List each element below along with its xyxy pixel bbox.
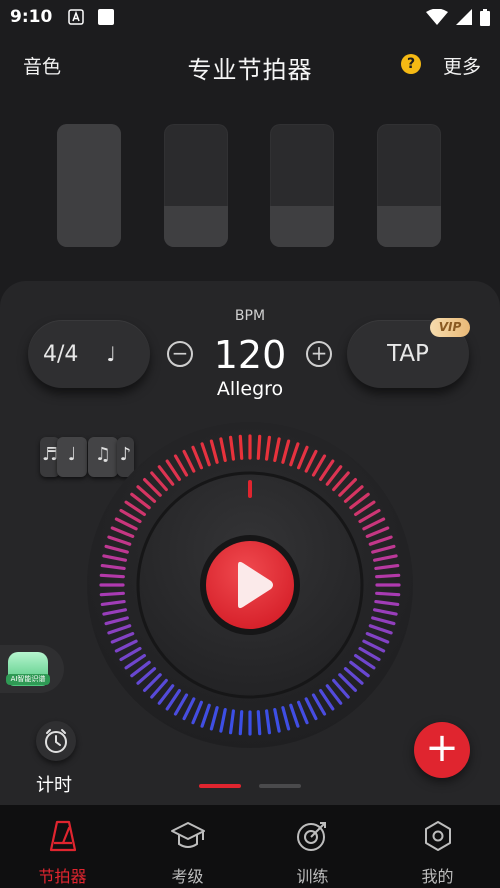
notification-square-icon (98, 9, 115, 25)
beat-accent-level (377, 206, 441, 247)
top-bar: 音色 专业节拍器 ? 更多 (0, 44, 500, 88)
page-title: 专业节拍器 (187, 56, 313, 84)
timer-label: 计时 (36, 775, 72, 796)
wifi-icon (426, 9, 448, 25)
beat-accent-1[interactable] (57, 124, 121, 247)
tab-label: 节拍器 (38, 867, 87, 886)
dial-tick (238, 434, 244, 460)
metronome-dial (87, 422, 413, 748)
hexagon-profile-icon (424, 821, 451, 851)
beat-accent-level (270, 206, 334, 247)
status-bar: 9:10 (0, 0, 500, 34)
beat-accent-2[interactable] (164, 124, 228, 247)
beat-accent-level (164, 206, 228, 247)
alarm-clock-icon (45, 729, 67, 753)
ai-badge-label: AI智能识谱 (6, 674, 50, 685)
dial-tick (375, 573, 401, 579)
tab-training[interactable]: 训练 (250, 805, 375, 888)
dial-indicator (248, 480, 252, 498)
dial-tick (256, 434, 262, 460)
tap-label: TAP (387, 341, 429, 367)
tab-metronome[interactable]: 节拍器 (0, 805, 125, 888)
cellular-signal-icon (456, 9, 472, 25)
graduation-cap-icon (170, 822, 205, 848)
add-button[interactable]: + (414, 722, 470, 778)
page-indicator-1[interactable] (199, 784, 241, 788)
beat-accent-level (57, 124, 121, 247)
dial-tick (238, 710, 244, 736)
font-a-icon (68, 9, 85, 25)
beat-accent-3[interactable] (270, 124, 334, 247)
metronome-icon (49, 820, 76, 852)
help-icon[interactable]: ? (401, 54, 421, 74)
dial-tick (256, 710, 262, 736)
tab-grading-exam[interactable]: 考级 (125, 805, 250, 888)
target-icon (296, 822, 326, 851)
status-time: 9:10 (10, 7, 53, 27)
tab-label: 我的 (421, 867, 454, 886)
tab-profile[interactable]: 我的 (375, 805, 500, 888)
bottom-tab-bar: 节拍器 考级 训练 我的 (0, 805, 500, 888)
battery-icon (480, 8, 490, 26)
rhythm-pattern-2[interactable]: ♩ (57, 437, 87, 477)
dial-tick (99, 591, 125, 597)
tab-label: 训练 (296, 867, 329, 886)
tab-label: 考级 (171, 867, 204, 886)
beat-accent-4[interactable] (377, 124, 441, 247)
increase-bpm-button[interactable]: + (306, 341, 332, 367)
page-indicator-2[interactable] (259, 784, 301, 788)
dial-tick (99, 573, 125, 579)
dial-tick (375, 591, 401, 597)
timer-button[interactable] (36, 721, 76, 761)
vip-badge: VIP (430, 318, 470, 337)
more-button[interactable]: 更多 (443, 52, 481, 79)
